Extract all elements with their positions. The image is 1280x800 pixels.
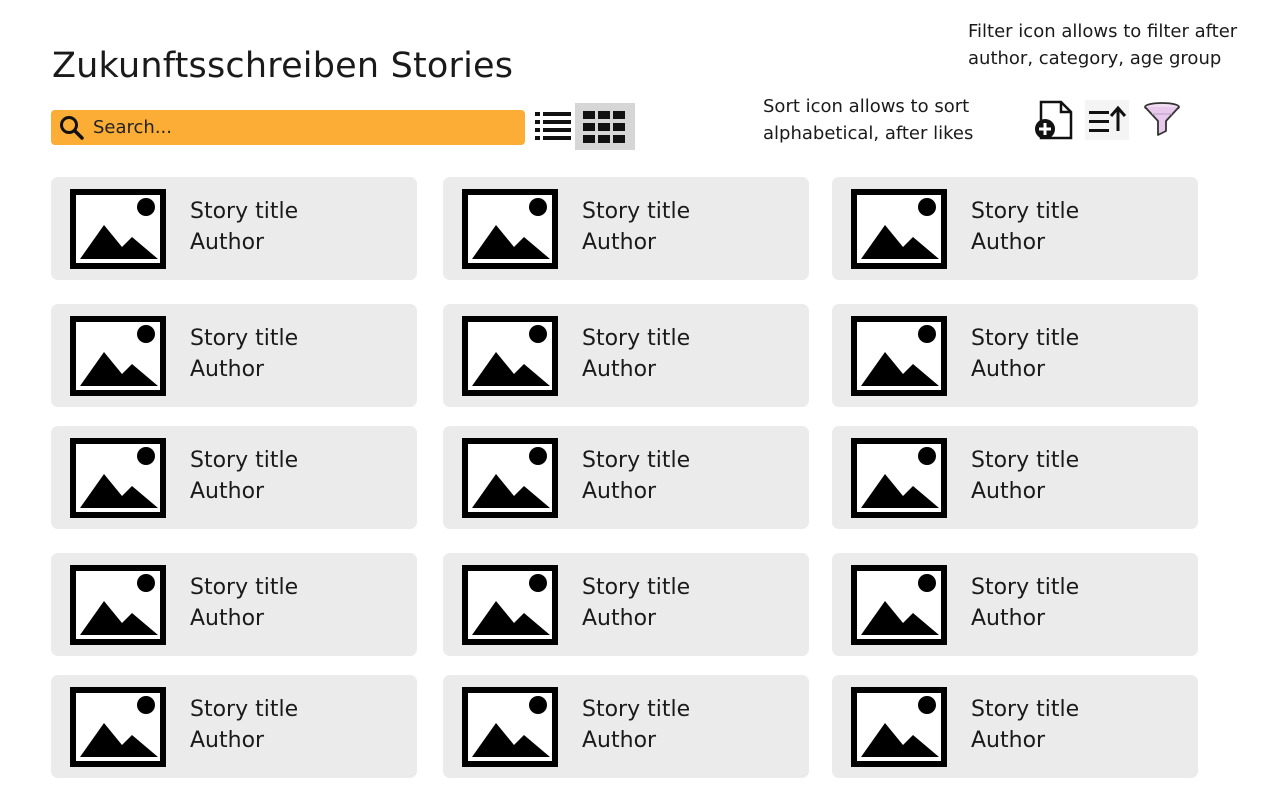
story-author: Author: [582, 230, 657, 255]
story-author: Author: [190, 606, 265, 631]
story-thumbnail: [70, 189, 166, 269]
story-card[interactable]: Story title Author: [832, 675, 1198, 778]
story-card[interactable]: Story title Author: [832, 426, 1198, 529]
story-author: Author: [582, 479, 657, 504]
image-placeholder-icon: [462, 316, 558, 396]
story-card[interactable]: Story title Author: [443, 304, 809, 407]
story-title: Story title: [582, 575, 691, 600]
story-title: Story title: [190, 326, 299, 351]
story-author: Author: [971, 230, 1046, 255]
image-placeholder-icon: [70, 687, 166, 767]
story-card[interactable]: Story title Author: [51, 553, 417, 656]
image-placeholder-icon: [851, 687, 947, 767]
story-author: Author: [582, 606, 657, 631]
story-title: Story title: [971, 575, 1080, 600]
story-title: Story title: [190, 575, 299, 600]
image-placeholder-icon: [462, 438, 558, 518]
story-author: Author: [582, 357, 657, 382]
image-placeholder-icon: [70, 316, 166, 396]
story-title: Story title: [971, 697, 1080, 722]
image-placeholder-icon: [462, 687, 558, 767]
story-title: Story title: [971, 326, 1080, 351]
story-title: Story title: [582, 326, 691, 351]
story-author: Author: [582, 728, 657, 753]
story-grid: Story title Author Story title Author Story …: [51, 0, 1198, 800]
story-title: Story title: [190, 697, 299, 722]
story-card[interactable]: Story title Author: [443, 675, 809, 778]
story-thumbnail: [851, 438, 947, 518]
image-placeholder-icon: [70, 189, 166, 269]
story-thumbnail: [851, 189, 947, 269]
story-author: Author: [971, 357, 1046, 382]
story-thumbnail: [462, 687, 558, 767]
story-author: Author: [190, 357, 265, 382]
story-card[interactable]: Story title Author: [832, 304, 1198, 407]
story-thumbnail: [462, 316, 558, 396]
story-card[interactable]: Story title Author: [51, 304, 417, 407]
story-thumbnail: [851, 316, 947, 396]
story-title: Story title: [190, 448, 299, 473]
story-card[interactable]: Story title Author: [832, 177, 1198, 280]
story-card[interactable]: Story title Author: [443, 553, 809, 656]
story-card[interactable]: Story title Author: [51, 675, 417, 778]
story-author: Author: [190, 728, 265, 753]
story-thumbnail: [70, 565, 166, 645]
story-card[interactable]: Story title Author: [443, 426, 809, 529]
story-author: Author: [971, 606, 1046, 631]
story-thumbnail: [462, 438, 558, 518]
story-author: Author: [971, 479, 1046, 504]
story-card[interactable]: Story title Author: [443, 177, 809, 280]
story-title: Story title: [582, 199, 691, 224]
story-thumbnail: [462, 565, 558, 645]
story-card[interactable]: Story title Author: [51, 177, 417, 280]
story-author: Author: [971, 728, 1046, 753]
story-card[interactable]: Story title Author: [832, 553, 1198, 656]
image-placeholder-icon: [851, 438, 947, 518]
image-placeholder-icon: [851, 316, 947, 396]
story-author: Author: [190, 230, 265, 255]
story-thumbnail: [70, 438, 166, 518]
story-author: Author: [190, 479, 265, 504]
story-thumbnail: [70, 316, 166, 396]
story-title: Story title: [971, 199, 1080, 224]
story-card[interactable]: Story title Author: [51, 426, 417, 529]
image-placeholder-icon: [70, 565, 166, 645]
story-title: Story title: [971, 448, 1080, 473]
image-placeholder-icon: [851, 565, 947, 645]
story-thumbnail: [462, 189, 558, 269]
image-placeholder-icon: [70, 438, 166, 518]
image-placeholder-icon: [462, 565, 558, 645]
story-title: Story title: [582, 697, 691, 722]
story-thumbnail: [851, 687, 947, 767]
story-title: Story title: [582, 448, 691, 473]
image-placeholder-icon: [851, 189, 947, 269]
story-thumbnail: [851, 565, 947, 645]
story-title: Story title: [190, 199, 299, 224]
story-thumbnail: [70, 687, 166, 767]
image-placeholder-icon: [462, 189, 558, 269]
